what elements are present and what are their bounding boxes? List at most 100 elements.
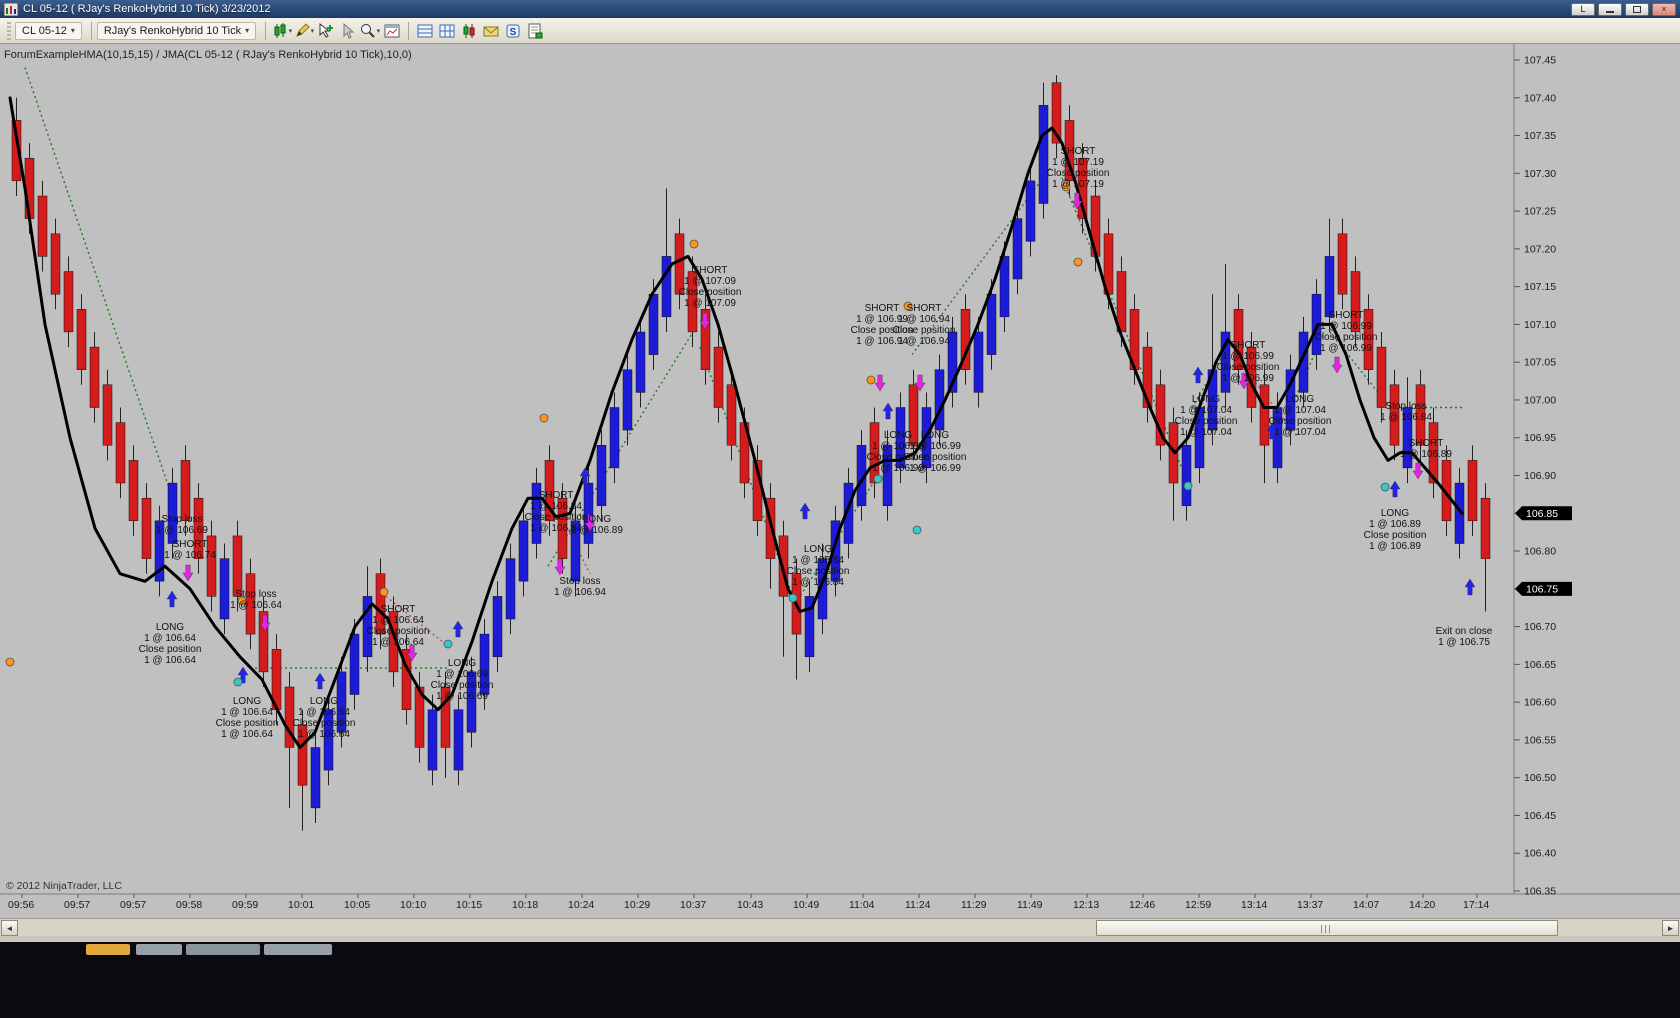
time-axis-label: 13:14 bbox=[1241, 899, 1267, 911]
renko-bar-up bbox=[596, 445, 607, 506]
chart-area[interactable]: Stop loss 1 @ 106.69SHORT 1 @ 106.74LONG 1 … bbox=[0, 44, 1680, 918]
renko-bar-up bbox=[310, 747, 321, 809]
grid-b-button[interactable] bbox=[436, 20, 458, 42]
toolbar: CL 05-12 ▾ RJay's RenkoHybrid 10 Tick ▾ … bbox=[0, 18, 1680, 44]
taskbar-app-button-3[interactable] bbox=[186, 944, 260, 955]
time-axis-label: 12:13 bbox=[1073, 899, 1099, 911]
strategies-icon: S bbox=[506, 24, 520, 38]
renko-bar-up bbox=[219, 558, 230, 620]
renko-bar-up bbox=[453, 709, 464, 771]
entry-dot-marker bbox=[443, 639, 453, 649]
notes-icon bbox=[528, 23, 543, 38]
taskbar-app-button-2[interactable] bbox=[136, 944, 182, 955]
renko-bar-up bbox=[622, 369, 633, 431]
mail-button[interactable] bbox=[480, 20, 502, 42]
minimize-icon bbox=[1606, 10, 1614, 13]
strategies-button[interactable]: S bbox=[502, 20, 524, 42]
price-axis-label: 107.05 bbox=[1524, 357, 1556, 369]
restore-button[interactable] bbox=[1625, 2, 1649, 16]
time-axis-label: 10:10 bbox=[400, 899, 426, 911]
entry-dot-marker bbox=[788, 593, 798, 603]
chart-style-button[interactable]: ▾ bbox=[271, 20, 293, 42]
trade-annotation: Stop loss 1 @ 106.84 bbox=[1380, 401, 1432, 423]
time-axis-label: 09:57 bbox=[120, 899, 146, 911]
time-axis-label: 10:15 bbox=[456, 899, 482, 911]
panel-button[interactable] bbox=[381, 20, 403, 42]
target-dot-marker bbox=[689, 239, 699, 249]
chevron-down-icon: ▾ bbox=[288, 27, 293, 35]
horizontal-scrollbar[interactable]: ◄ ► bbox=[0, 918, 1680, 936]
price-axis-label: 106.65 bbox=[1524, 659, 1556, 671]
target-dot-marker bbox=[866, 375, 876, 385]
chevron-down-icon: ▾ bbox=[310, 27, 315, 35]
target-dot-marker bbox=[5, 657, 15, 667]
renko-bar-down bbox=[713, 346, 724, 408]
time-axis-label: 11:24 bbox=[905, 899, 931, 911]
time-axis-label: 09:58 bbox=[176, 899, 202, 911]
renko-bar-up bbox=[973, 331, 984, 393]
price-axis-label: 107.25 bbox=[1524, 206, 1556, 218]
renko-bar-down bbox=[180, 460, 191, 522]
taskbar-app-button-4[interactable] bbox=[264, 944, 332, 955]
close-button[interactable]: × bbox=[1652, 2, 1676, 16]
scroll-right-button[interactable]: ► bbox=[1662, 920, 1679, 936]
price-axis-label: 106.50 bbox=[1524, 772, 1556, 784]
entry-dot-marker bbox=[1380, 482, 1390, 492]
time-axis-label: 10:49 bbox=[793, 899, 819, 911]
renko-bar-down bbox=[128, 460, 139, 522]
instrument-selector[interactable]: CL 05-12 ▾ bbox=[15, 21, 82, 40]
toolbar-separator bbox=[265, 21, 267, 40]
price-axis-label: 107.00 bbox=[1524, 394, 1556, 406]
time-axis-label: 12:59 bbox=[1185, 899, 1211, 911]
renko-bar-down bbox=[674, 233, 685, 295]
panel-icon bbox=[384, 24, 400, 37]
scrollbar-thumb[interactable] bbox=[1096, 920, 1558, 936]
instrument-link-button[interactable]: L bbox=[1571, 2, 1595, 16]
time-axis-label: 10:01 bbox=[288, 899, 314, 911]
renko-bar-up bbox=[934, 369, 945, 431]
drawing-tools-button[interactable]: ▾ bbox=[293, 20, 315, 42]
time-axis-label: 10:43 bbox=[737, 899, 763, 911]
renko-bar-up bbox=[999, 256, 1010, 318]
price-axis-label: 106.95 bbox=[1524, 432, 1556, 444]
taskbar-app-button-1[interactable] bbox=[86, 944, 130, 955]
minimize-button[interactable] bbox=[1598, 2, 1622, 16]
renko-bar-up bbox=[1025, 180, 1036, 242]
time-axis-label: 09:59 bbox=[232, 899, 258, 911]
chart-style-icon bbox=[274, 22, 286, 38]
price-axis-label: 106.70 bbox=[1524, 621, 1556, 633]
interval-selector[interactable]: RJay's RenkoHybrid 10 Tick ▾ bbox=[96, 21, 257, 40]
windows-taskbar[interactable] bbox=[0, 942, 1680, 1018]
renko-bar-up bbox=[349, 633, 360, 695]
trade-annotation: Stop loss 1 @ 106.69 bbox=[156, 514, 208, 536]
price-axis-label: 107.10 bbox=[1524, 319, 1556, 331]
chevron-down-icon: ▾ bbox=[245, 26, 250, 35]
window-title: CL 05-12 ( RJay's RenkoHybrid 10 Tick) 3… bbox=[23, 3, 271, 15]
renko-bar-down bbox=[232, 535, 243, 597]
chart-background bbox=[0, 44, 1680, 918]
copyright-label: © 2012 NinjaTrader, LLC bbox=[6, 880, 122, 892]
target-dot-marker bbox=[379, 587, 389, 597]
restore-icon bbox=[1633, 5, 1641, 13]
renko-bar-down bbox=[102, 384, 113, 446]
time-axis-label: 10:37 bbox=[680, 899, 706, 911]
renko-bar-down bbox=[206, 535, 217, 597]
notes-button[interactable] bbox=[524, 20, 546, 42]
renko-bar-down bbox=[141, 497, 152, 559]
toolbar-grip[interactable] bbox=[7, 21, 11, 40]
time-axis-label: 10:24 bbox=[568, 899, 594, 911]
price-axis-label: 106.80 bbox=[1524, 546, 1556, 558]
grid-a-button[interactable] bbox=[414, 20, 436, 42]
grid-b-icon bbox=[439, 24, 455, 37]
target-dot-marker bbox=[1073, 257, 1083, 267]
svg-text:S: S bbox=[510, 27, 517, 38]
candles-button[interactable] bbox=[458, 20, 480, 42]
renko-bar-up bbox=[648, 293, 659, 355]
zoom-button[interactable]: ▾ bbox=[359, 20, 381, 42]
time-axis-label: 10:29 bbox=[624, 899, 650, 911]
crosshair-button[interactable] bbox=[315, 20, 337, 42]
chevron-down-icon: ▾ bbox=[376, 27, 381, 35]
scroll-left-button[interactable]: ◄ bbox=[1, 920, 18, 936]
pointer-button[interactable] bbox=[337, 20, 359, 42]
toolbar-separator bbox=[90, 21, 92, 40]
